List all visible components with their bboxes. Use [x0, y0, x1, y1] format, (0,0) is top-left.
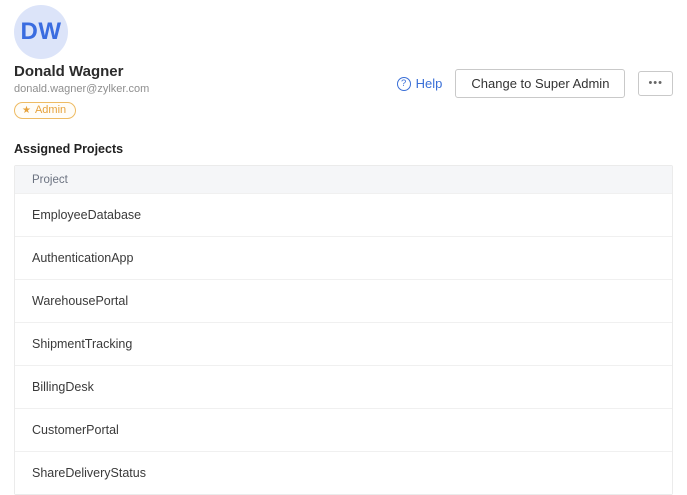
table-row[interactable]: WarehousePortal	[15, 279, 672, 322]
table-row[interactable]: CustomerPortal	[15, 408, 672, 451]
table-row[interactable]: BillingDesk	[15, 365, 672, 408]
table-row[interactable]: EmployeeDatabase	[15, 193, 672, 236]
more-options-button[interactable]: •••	[638, 71, 673, 97]
star-icon: ★	[22, 105, 31, 116]
project-name: CustomerPortal	[32, 423, 655, 437]
table-row[interactable]: AuthenticationApp	[15, 236, 672, 279]
user-name: Donald Wagner	[14, 63, 149, 80]
profile-info: Donald Wagner donald.wagner@zylker.com ★…	[14, 63, 149, 119]
header-actions: ? Help Change to Super Admin •••	[397, 69, 673, 98]
project-name: ShipmentTracking	[32, 337, 655, 351]
admin-role-badge: ★ Admin	[14, 102, 76, 119]
role-badge-label: Admin	[35, 104, 66, 116]
project-name: EmployeeDatabase	[32, 208, 655, 222]
help-label: Help	[416, 76, 443, 91]
project-name: ShareDeliveryStatus	[32, 466, 655, 480]
avatar-initials: DW	[21, 18, 62, 46]
project-column-header: Project	[15, 166, 672, 193]
help-link[interactable]: ? Help	[397, 76, 443, 91]
project-name: BillingDesk	[32, 380, 655, 394]
user-detail-page: DW Donald Wagner donald.wagner@zylker.co…	[0, 5, 687, 495]
project-name: AuthenticationApp	[32, 251, 655, 265]
table-row[interactable]: ShipmentTracking	[15, 322, 672, 365]
project-table-body: EmployeeDatabase AuthenticationApp Warehou…	[15, 193, 672, 494]
profile-header: Donald Wagner donald.wagner@zylker.com ★…	[14, 63, 673, 119]
ellipsis-icon: •••	[648, 77, 663, 89]
assigned-projects-title: Assigned Projects	[14, 142, 673, 156]
change-to-super-admin-button[interactable]: Change to Super Admin	[455, 69, 625, 98]
assigned-projects-table: Project EmployeeDatabase AuthenticationAp…	[14, 165, 673, 495]
user-email: donald.wagner@zylker.com	[14, 83, 149, 95]
table-row[interactable]: ShareDeliveryStatus	[15, 451, 672, 494]
avatar: DW	[14, 5, 68, 59]
project-name: WarehousePortal	[32, 294, 655, 308]
help-question-icon: ?	[397, 77, 411, 91]
